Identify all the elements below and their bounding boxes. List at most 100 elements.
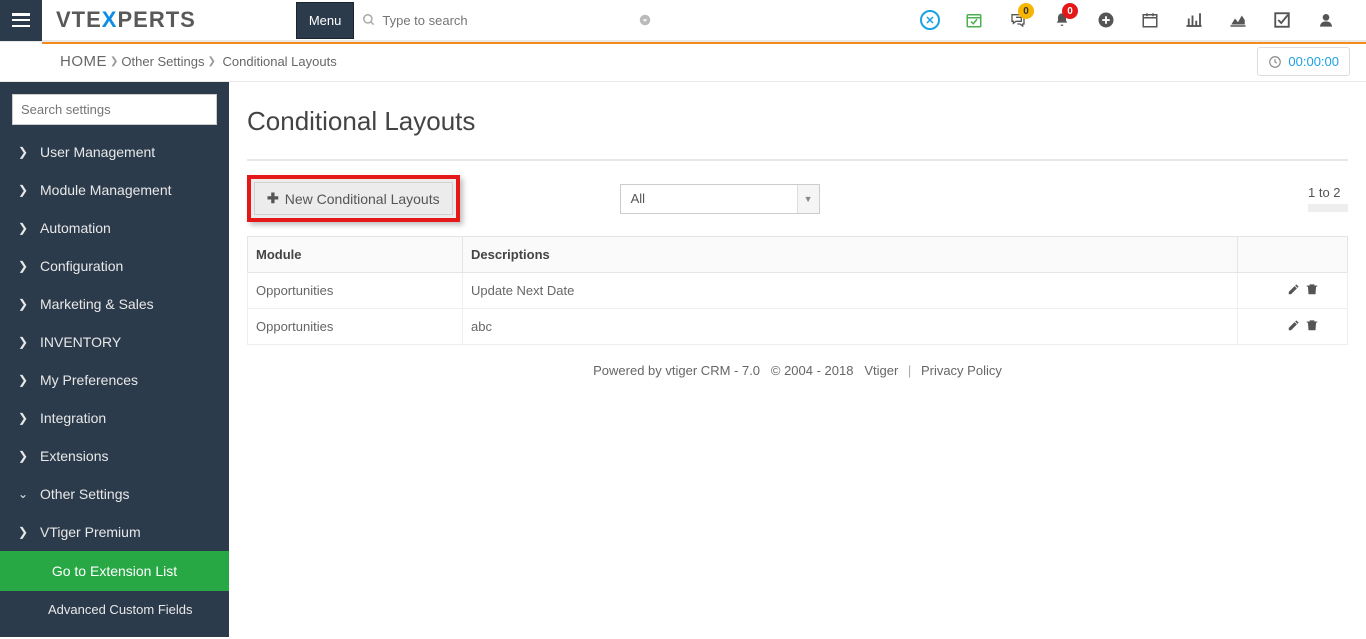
breadcrumb-level2: Conditional Layouts: [223, 54, 337, 69]
plus-circle-icon[interactable]: [1084, 0, 1128, 41]
search-input[interactable]: [382, 13, 612, 28]
footer-privacy-link[interactable]: Privacy Policy: [921, 363, 1002, 378]
sidebar-search: [12, 94, 217, 125]
chevron-right-icon: ❯: [110, 56, 118, 67]
delete-icon[interactable]: [1305, 282, 1319, 296]
chevron-right-icon: ❯: [18, 411, 28, 425]
plus-icon: ✚: [267, 190, 279, 207]
cell-actions: [1238, 309, 1348, 345]
delete-icon[interactable]: [1305, 318, 1319, 332]
chevron-right-icon: ❯: [18, 335, 28, 349]
chevron-right-icon: ❯: [208, 56, 216, 67]
sidebar-item-label: Configuration: [40, 258, 123, 274]
sidebar: ❯User Management ❯Module Management ❯Aut…: [0, 82, 229, 637]
cell-module: Opportunities: [248, 273, 463, 309]
highlight-box: ✚ New Conditional Layouts: [247, 175, 460, 222]
new-conditional-layouts-button[interactable]: ✚ New Conditional Layouts: [254, 182, 453, 215]
sidebar-sub-advanced-custom-fields[interactable]: Advanced Custom Fields: [0, 591, 229, 628]
table-row[interactable]: Opportunities Update Next Date: [248, 273, 1348, 309]
calendar-icon[interactable]: [1128, 0, 1172, 41]
sidebar-item-label: Other Settings: [40, 486, 130, 502]
footer-powered: Powered by vtiger CRM - 7.0: [593, 363, 760, 378]
data-table: Module Descriptions Opportunities Update…: [247, 236, 1348, 345]
footer-copyright: © 2004 - 2018: [771, 363, 854, 378]
topbar: VTEXPERTS Menu ✕ 0 0: [0, 0, 1366, 42]
sidebar-item-label: Integration: [40, 410, 106, 426]
sidebar-item-label: VTiger Premium: [40, 524, 141, 540]
sidebar-item-extensions[interactable]: ❯ Extensions: [0, 437, 229, 475]
col-actions: [1238, 237, 1348, 273]
sidebar-search-input[interactable]: [12, 94, 217, 125]
topbar-icons: ✕ 0 0: [908, 0, 1366, 41]
sidebar-item-label: Advanced Custom Fields: [48, 602, 193, 617]
button-label: New Conditional Layouts: [285, 191, 440, 207]
sidebar-item-module-management[interactable]: ❯Module Management: [0, 171, 229, 209]
sidebar-item-label: My Preferences: [40, 372, 138, 388]
footer-separator: |: [908, 363, 911, 378]
global-search[interactable]: [362, 5, 652, 35]
sidebar-item-label: User Management: [40, 144, 155, 160]
sidebar-item-other-settings[interactable]: ⌄Other Settings: [0, 475, 229, 513]
cell-desc: Update Next Date: [463, 273, 1238, 309]
bell-badge: 0: [1062, 3, 1078, 19]
check-square-icon[interactable]: [1260, 0, 1304, 41]
vtx-icon[interactable]: ✕: [908, 0, 952, 41]
cell-module: Opportunities: [248, 309, 463, 345]
breadcrumb-level1[interactable]: Other Settings: [121, 54, 204, 69]
hamburger-icon: [12, 13, 30, 27]
pager-bar[interactable]: [1308, 204, 1348, 212]
chevron-right-icon: ❯: [18, 297, 28, 311]
sidebar-item-label: Extensions: [40, 448, 108, 464]
divider: [247, 159, 1348, 161]
sidebar-item-my-preferences[interactable]: ❯ My Preferences: [0, 361, 229, 399]
cell-actions: [1238, 273, 1348, 309]
sidebar-item-label: Go to Extension List: [52, 563, 177, 579]
calendar-check-icon[interactable]: [952, 0, 996, 41]
hamburger-menu[interactable]: [0, 0, 42, 41]
layout: ❯User Management ❯Module Management ❯Aut…: [0, 82, 1366, 637]
module-filter-dropdown[interactable]: All ▼: [620, 184, 820, 214]
chevron-right-icon: ❯: [18, 221, 28, 235]
area-chart-icon[interactable]: [1216, 0, 1260, 41]
breadcrumb-home[interactable]: HOME: [60, 53, 107, 70]
sidebar-item-label: Marketing & Sales: [40, 296, 154, 312]
timer[interactable]: 00:00:00: [1257, 47, 1350, 76]
sidebar-item-marketing-sales[interactable]: ❯ Marketing & Sales: [0, 285, 229, 323]
chevron-right-icon: ❯: [18, 373, 28, 387]
sidebar-item-user-management[interactable]: ❯User Management: [0, 133, 229, 171]
bell-icon[interactable]: 0: [1040, 0, 1084, 41]
table-row[interactable]: Opportunities abc: [248, 309, 1348, 345]
chevron-right-icon: ❯: [18, 525, 28, 539]
table-header-row: Module Descriptions: [248, 237, 1348, 273]
dropdown-value: All: [631, 191, 645, 206]
pager-text: 1 to 2: [1308, 185, 1348, 200]
col-descriptions: Descriptions: [463, 237, 1238, 273]
comments-icon[interactable]: 0: [996, 0, 1040, 41]
search-icon: [362, 13, 376, 27]
sidebar-item-integration[interactable]: ❯ Integration: [0, 399, 229, 437]
chevron-down-icon: ▼: [797, 185, 819, 213]
comments-badge: 0: [1018, 3, 1034, 19]
cell-desc: abc: [463, 309, 1238, 345]
logo: VTEXPERTS: [56, 7, 196, 33]
chevron-right-icon: ❯: [18, 449, 28, 463]
toolbar: ✚ New Conditional Layouts All ▼ 1 to 2: [247, 175, 1348, 222]
user-icon[interactable]: [1304, 0, 1348, 41]
sidebar-item-label: INVENTORY: [40, 334, 121, 350]
chevron-right-icon: ❯: [18, 259, 28, 273]
bar-chart-icon[interactable]: [1172, 0, 1216, 41]
footer-vendor[interactable]: Vtiger: [864, 363, 898, 378]
chevron-down-icon[interactable]: [638, 13, 652, 27]
menu-button[interactable]: Menu: [296, 2, 355, 39]
pager: 1 to 2: [1308, 185, 1348, 212]
edit-icon[interactable]: [1287, 318, 1301, 332]
sidebar-item-label: Automation: [40, 220, 111, 236]
sidebar-item-vtiger-premium[interactable]: ❯ VTiger Premium: [0, 513, 229, 551]
sidebar-item-configuration[interactable]: ❯ Configuration: [0, 247, 229, 285]
sidebar-extension-list-link[interactable]: Go to Extension List: [0, 551, 229, 591]
sidebar-sub-advanced-menu-manager[interactable]: Advanced Menu Manager: [0, 628, 229, 637]
edit-icon[interactable]: [1287, 282, 1301, 296]
sidebar-item-automation[interactable]: ❯ Automation: [0, 209, 229, 247]
sidebar-item-inventory[interactable]: ❯ INVENTORY: [0, 323, 229, 361]
clock-icon: [1268, 55, 1282, 69]
